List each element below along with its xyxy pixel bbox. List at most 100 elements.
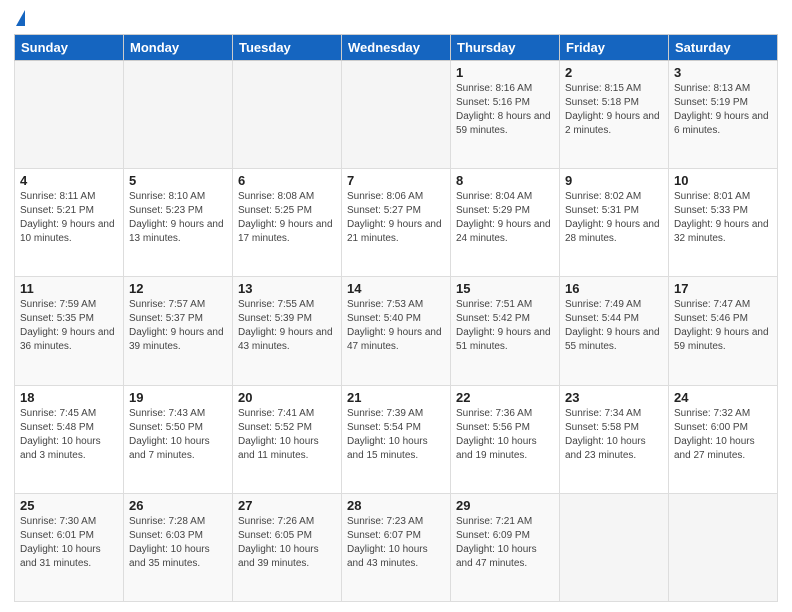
week-row-1: 1 Sunrise: 8:16 AM Sunset: 5:16 PM Daylig… (15, 61, 778, 169)
day-info: Sunrise: 7:55 AM Sunset: 5:39 PM Dayligh… (238, 298, 336, 354)
logo-triangle-icon (16, 10, 25, 26)
day-info: Sunrise: 7:49 AM Sunset: 5:44 PM Dayligh… (565, 298, 663, 354)
day-number: 27 (238, 498, 336, 513)
calendar-cell: 29 Sunrise: 7:21 AM Sunset: 6:09 PM Dayli… (451, 493, 560, 601)
calendar-cell: 22 Sunrise: 7:36 AM Sunset: 5:56 PM Dayli… (451, 385, 560, 493)
day-info: Sunrise: 7:59 AM Sunset: 5:35 PM Dayligh… (20, 298, 118, 354)
day-number: 22 (456, 390, 554, 405)
day-header-thursday: Thursday (451, 35, 560, 61)
day-number: 21 (347, 390, 445, 405)
day-header-wednesday: Wednesday (342, 35, 451, 61)
day-number: 6 (238, 173, 336, 188)
calendar-cell: 19 Sunrise: 7:43 AM Sunset: 5:50 PM Dayli… (124, 385, 233, 493)
day-info: Sunrise: 8:16 AM Sunset: 5:16 PM Dayligh… (456, 82, 554, 138)
day-number: 12 (129, 281, 227, 296)
day-number: 19 (129, 390, 227, 405)
day-number: 3 (674, 65, 772, 80)
calendar-cell: 10Sunrise: 8:01 AM Sunset: 5:33 PM Dayli… (669, 169, 778, 277)
day-info: Sunrise: 7:26 AM Sunset: 6:05 PM Dayligh… (238, 515, 336, 571)
calendar-cell: 16 Sunrise: 7:49 AM Sunset: 5:44 PM Dayli… (560, 277, 669, 385)
week-row-5: 25 Sunrise: 7:30 AM Sunset: 6:01 PM Dayli… (15, 493, 778, 601)
day-number: 5 (129, 173, 227, 188)
day-info: Sunrise: 7:21 AM Sunset: 6:09 PM Dayligh… (456, 515, 554, 571)
day-info: Sunrise: 7:34 AM Sunset: 5:58 PM Dayligh… (565, 407, 663, 463)
day-number: 16 (565, 281, 663, 296)
day-info: Sunrise: 7:36 AM Sunset: 5:56 PM Dayligh… (456, 407, 554, 463)
calendar-cell: 9 Sunrise: 8:02 AM Sunset: 5:31 PM Daylig… (560, 169, 669, 277)
calendar-page: SundayMondayTuesdayWednesdayThursdayFrid… (0, 0, 792, 612)
calendar-cell: 7Sunrise: 8:06 AM Sunset: 5:27 PM Daylig… (342, 169, 451, 277)
calendar-cell: 26 Sunrise: 7:28 AM Sunset: 6:03 PM Dayli… (124, 493, 233, 601)
day-number: 11 (20, 281, 118, 296)
day-info: Sunrise: 7:47 AM Sunset: 5:46 PM Dayligh… (674, 298, 772, 354)
day-header-friday: Friday (560, 35, 669, 61)
day-number: 14 (347, 281, 445, 296)
day-number: 25 (20, 498, 118, 513)
day-number: 17 (674, 281, 772, 296)
day-number: 7 (347, 173, 445, 188)
day-number: 24 (674, 390, 772, 405)
day-info: Sunrise: 7:32 AM Sunset: 6:00 PM Dayligh… (674, 407, 772, 463)
calendar-cell (233, 61, 342, 169)
calendar-cell: 23 Sunrise: 7:34 AM Sunset: 5:58 PM Dayli… (560, 385, 669, 493)
day-header-monday: Monday (124, 35, 233, 61)
calendar-cell (15, 61, 124, 169)
calendar-cell: 6 Sunrise: 8:08 AM Sunset: 5:25 PM Daylig… (233, 169, 342, 277)
day-number: 8 (456, 173, 554, 188)
calendar-cell: 4Sunrise: 8:11 AM Sunset: 5:21 PM Daylig… (15, 169, 124, 277)
week-row-4: 18 Sunrise: 7:45 AM Sunset: 5:48 PM Dayli… (15, 385, 778, 493)
day-info: Sunrise: 7:30 AM Sunset: 6:01 PM Dayligh… (20, 515, 118, 571)
day-number: 15 (456, 281, 554, 296)
day-header-sunday: Sunday (15, 35, 124, 61)
day-header-saturday: Saturday (669, 35, 778, 61)
day-info: Sunrise: 7:57 AM Sunset: 5:37 PM Dayligh… (129, 298, 227, 354)
day-header-tuesday: Tuesday (233, 35, 342, 61)
header-row: SundayMondayTuesdayWednesdayThursdayFrid… (15, 35, 778, 61)
day-number: 28 (347, 498, 445, 513)
day-info: Sunrise: 8:08 AM Sunset: 5:25 PM Dayligh… (238, 190, 336, 246)
day-number: 29 (456, 498, 554, 513)
calendar-cell: 17 Sunrise: 7:47 AM Sunset: 5:46 PM Dayli… (669, 277, 778, 385)
day-info: Sunrise: 7:39 AM Sunset: 5:54 PM Dayligh… (347, 407, 445, 463)
calendar-cell: 2Sunrise: 8:15 AM Sunset: 5:18 PM Daylig… (560, 61, 669, 169)
day-info: Sunrise: 8:10 AM Sunset: 5:23 PM Dayligh… (129, 190, 227, 246)
day-info: Sunrise: 8:02 AM Sunset: 5:31 PM Dayligh… (565, 190, 663, 246)
day-number: 2 (565, 65, 663, 80)
day-info: Sunrise: 7:51 AM Sunset: 5:42 PM Dayligh… (456, 298, 554, 354)
day-number: 18 (20, 390, 118, 405)
logo (14, 10, 25, 28)
calendar-cell (560, 493, 669, 601)
day-info: Sunrise: 7:28 AM Sunset: 6:03 PM Dayligh… (129, 515, 227, 571)
day-number: 23 (565, 390, 663, 405)
calendar-cell: 21 Sunrise: 7:39 AM Sunset: 5:54 PM Dayli… (342, 385, 451, 493)
calendar-table: SundayMondayTuesdayWednesdayThursdayFrid… (14, 34, 778, 602)
day-number: 9 (565, 173, 663, 188)
day-info: Sunrise: 7:45 AM Sunset: 5:48 PM Dayligh… (20, 407, 118, 463)
calendar-cell: 11 Sunrise: 7:59 AM Sunset: 5:35 PM Dayli… (15, 277, 124, 385)
day-info: Sunrise: 8:13 AM Sunset: 5:19 PM Dayligh… (674, 82, 772, 138)
calendar-cell: 27 Sunrise: 7:26 AM Sunset: 6:05 PM Dayli… (233, 493, 342, 601)
week-row-2: 4Sunrise: 8:11 AM Sunset: 5:21 PM Daylig… (15, 169, 778, 277)
calendar-cell: 3 Sunrise: 8:13 AM Sunset: 5:19 PM Daylig… (669, 61, 778, 169)
calendar-cell: 12 Sunrise: 7:57 AM Sunset: 5:37 PM Dayli… (124, 277, 233, 385)
calendar-cell: 1 Sunrise: 8:16 AM Sunset: 5:16 PM Daylig… (451, 61, 560, 169)
calendar-cell: 13 Sunrise: 7:55 AM Sunset: 5:39 PM Dayli… (233, 277, 342, 385)
calendar-cell: 8 Sunrise: 8:04 AM Sunset: 5:29 PM Daylig… (451, 169, 560, 277)
day-number: 13 (238, 281, 336, 296)
calendar-cell: 20 Sunrise: 7:41 AM Sunset: 5:52 PM Dayli… (233, 385, 342, 493)
calendar-cell: 18 Sunrise: 7:45 AM Sunset: 5:48 PM Dayli… (15, 385, 124, 493)
day-number: 10 (674, 173, 772, 188)
day-number: 26 (129, 498, 227, 513)
day-info: Sunrise: 7:43 AM Sunset: 5:50 PM Dayligh… (129, 407, 227, 463)
day-number: 4 (20, 173, 118, 188)
day-number: 20 (238, 390, 336, 405)
calendar-cell: 14Sunrise: 7:53 AM Sunset: 5:40 PM Dayli… (342, 277, 451, 385)
calendar-cell: 15 Sunrise: 7:51 AM Sunset: 5:42 PM Dayli… (451, 277, 560, 385)
day-info: Sunrise: 8:04 AM Sunset: 5:29 PM Dayligh… (456, 190, 554, 246)
day-info: Sunrise: 7:41 AM Sunset: 5:52 PM Dayligh… (238, 407, 336, 463)
calendar-cell: 24 Sunrise: 7:32 AM Sunset: 6:00 PM Dayli… (669, 385, 778, 493)
week-row-3: 11 Sunrise: 7:59 AM Sunset: 5:35 PM Dayli… (15, 277, 778, 385)
header (14, 10, 778, 28)
calendar-cell: 25 Sunrise: 7:30 AM Sunset: 6:01 PM Dayli… (15, 493, 124, 601)
day-number: 1 (456, 65, 554, 80)
